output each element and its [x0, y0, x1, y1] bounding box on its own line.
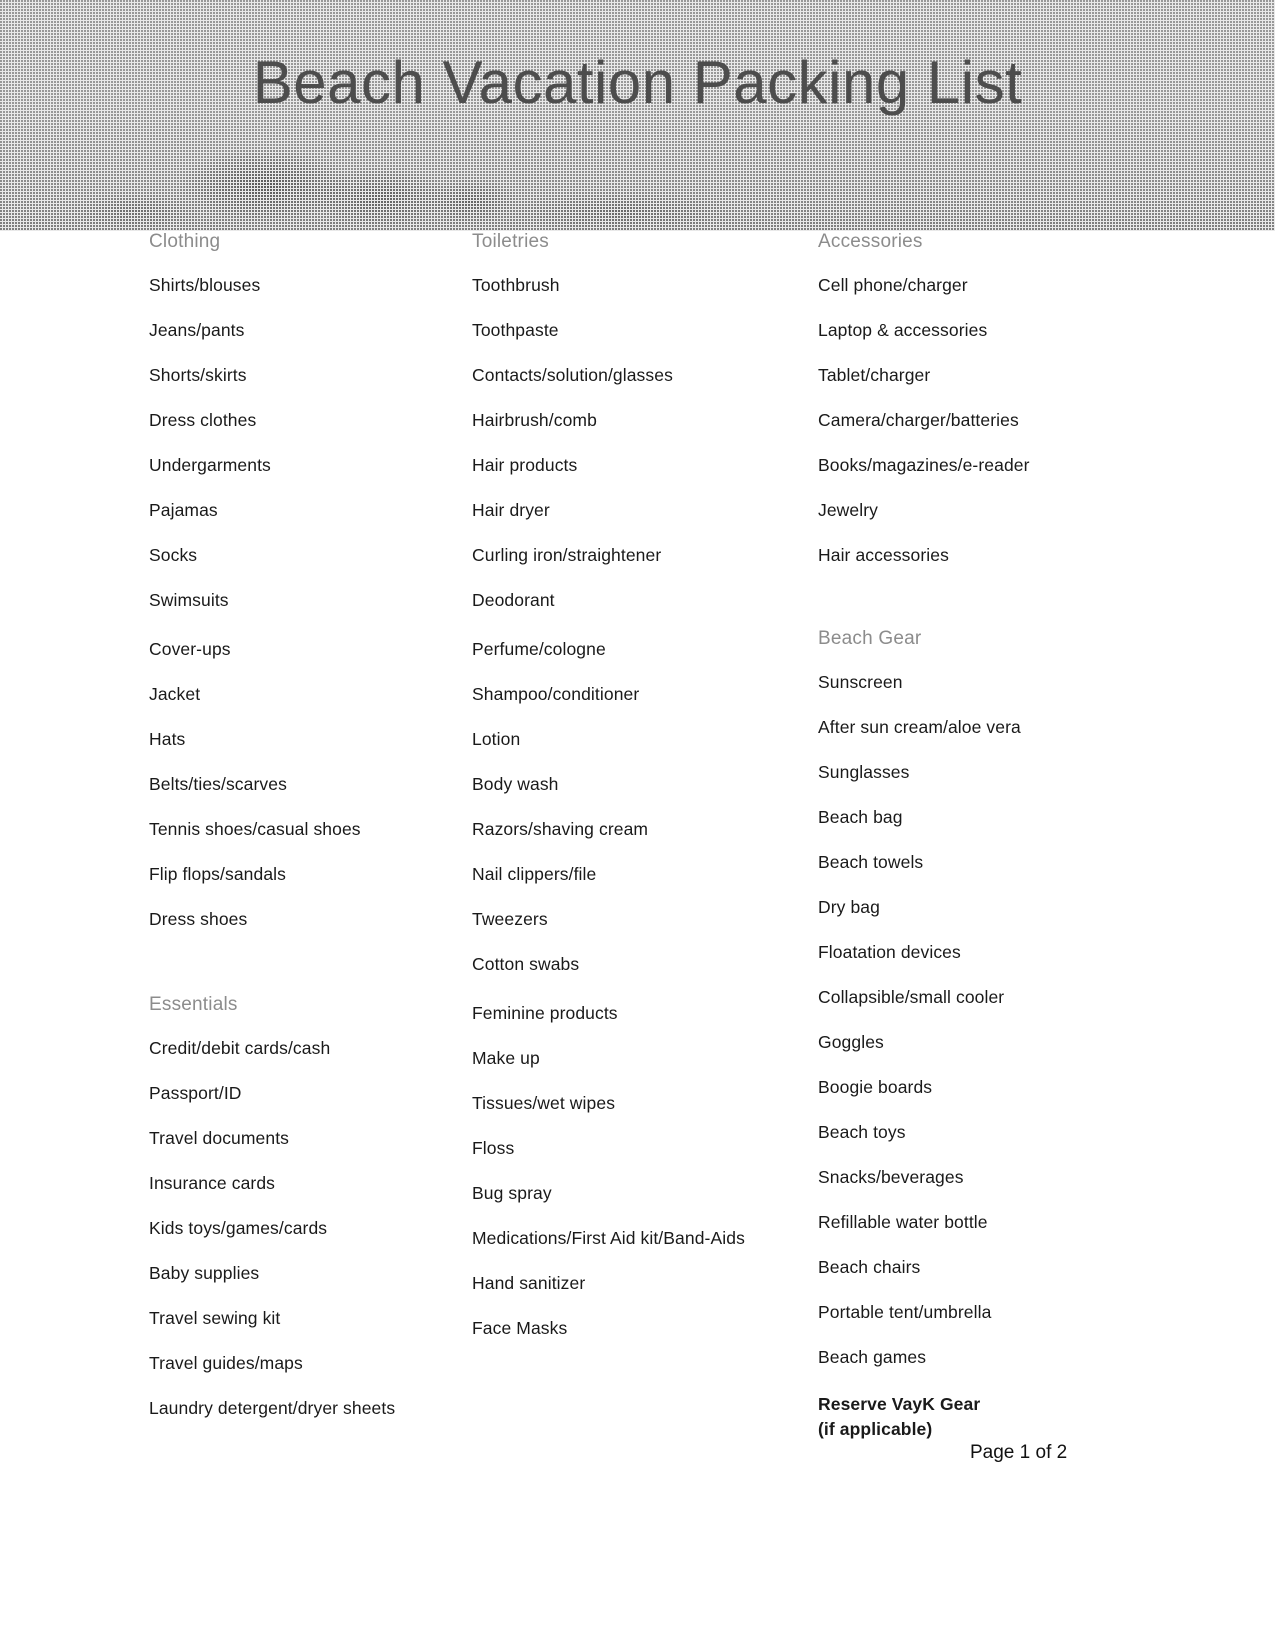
page-title: Beach Vacation Packing List [252, 49, 1023, 116]
list-item: Beach chairs [818, 1257, 921, 1277]
list-item: Beach towels [818, 852, 924, 872]
list-item: Hand sanitizer [472, 1273, 586, 1293]
list-item: Credit/debit cards/cash [149, 1038, 331, 1058]
list-item: Lotion [472, 729, 521, 749]
list-item: Make up [472, 1048, 540, 1068]
header-banner: Beach Vacation Packing List [0, 0, 1275, 231]
list-item: Shirts/blouses [149, 275, 261, 295]
list-item: Goggles [818, 1032, 884, 1052]
list-item: Flip flops/sandals [149, 864, 287, 884]
list-item: Collapsible/small cooler [818, 987, 1005, 1007]
list-item: Laptop & accessories [818, 320, 988, 340]
list-item: Toothpaste [472, 320, 559, 340]
list-item: Hair dryer [472, 500, 550, 520]
list-item: Deodorant [472, 590, 555, 610]
list-item: Tissues/wet wipes [472, 1093, 616, 1113]
list-item: Tennis shoes/casual shoes [149, 819, 361, 839]
list-item: Hair accessories [818, 545, 949, 565]
list-item: Feminine products [472, 1003, 618, 1023]
column-middle: Toiletries Toothbrush Toothpaste Contact… [472, 231, 792, 1339]
list-item: Floss [472, 1138, 515, 1158]
list-item: Boogie boards [818, 1077, 933, 1097]
list-item: Books/magazines/e-reader [818, 455, 1030, 475]
list-item: Refillable water bottle [818, 1212, 988, 1232]
section-toiletries: Toiletries Toothbrush Toothpaste Contact… [472, 231, 792, 1339]
list-item: Kids toys/games/cards [149, 1218, 328, 1238]
list-item: Cover-ups [149, 639, 231, 659]
list-item: Cotton swabs [472, 954, 580, 974]
list-item: Baby supplies [149, 1263, 260, 1283]
list-item: Medications/First Aid kit/Band-Aids [472, 1228, 745, 1248]
list-item: Travel sewing kit [149, 1308, 281, 1328]
reserve-gear-note-line-1: Reserve VayK Gear [818, 1394, 981, 1414]
list-item: Belts/ties/scarves [149, 774, 287, 794]
list-item: Sunglasses [818, 762, 910, 782]
list-item: Pajamas [149, 500, 218, 520]
list-item: Body wash [472, 774, 559, 794]
beach-scene-photo [0, 111, 1275, 231]
list-item: After sun cream/aloe vera [818, 717, 1021, 737]
list-item: Dress shoes [149, 909, 248, 929]
list-item: Perfume/cologne [472, 639, 606, 659]
list-item: Portable tent/umbrella [818, 1302, 992, 1322]
section-accessories: Accessories Cell phone/charger Laptop & … [818, 231, 1118, 566]
list-item: Laundry detergent/dryer sheets [149, 1398, 396, 1418]
list-item: Shampoo/conditioner [472, 684, 640, 704]
list-item: Travel documents [149, 1128, 290, 1148]
section-heading-clothing: Clothing [149, 231, 221, 252]
list-item: Hairbrush/comb [472, 410, 597, 430]
section-heading-beach-gear: Beach Gear [818, 628, 922, 649]
list-item: Beach bag [818, 807, 903, 827]
section-heading-essentials: Essentials [149, 994, 238, 1015]
list-item: Jacket [149, 684, 201, 704]
list-item: Camera/charger/batteries [818, 410, 1019, 430]
list-item: Toothbrush [472, 275, 560, 295]
section-heading-toiletries: Toiletries [472, 231, 549, 252]
section-essentials: Essentials Credit/debit cards/cash Passp… [149, 994, 449, 1419]
list-item: Passport/ID [149, 1083, 242, 1103]
section-heading-accessories: Accessories [818, 231, 923, 252]
list-item: Bug spray [472, 1183, 552, 1203]
list-item: Nail clippers/file [472, 864, 597, 884]
list-item: Beach games [818, 1347, 927, 1367]
section-beach-gear: Beach Gear Sunscreen After sun cream/alo… [818, 628, 1118, 1443]
list-item: Undergarments [149, 455, 271, 475]
list-item: Snacks/beverages [818, 1167, 964, 1187]
list-item: Hair products [472, 455, 578, 475]
reserve-gear-note-line-2: (if applicable) [818, 1419, 933, 1440]
column-right: Accessories Cell phone/charger Laptop & … [818, 231, 1118, 1443]
list-item: Shorts/skirts [149, 365, 247, 385]
list-item: Dry bag [818, 897, 880, 917]
list-item: Floatation devices [818, 942, 961, 962]
list-item: Socks [149, 545, 198, 565]
list-item: Beach toys [818, 1122, 906, 1142]
list-item: Dress clothes [149, 410, 257, 430]
list-item: Insurance cards [149, 1173, 276, 1193]
list-item: Face Masks [472, 1318, 568, 1338]
section-clothing: Clothing Shirts/blouses Jeans/pants Shor… [149, 231, 449, 930]
list-item: Curling iron/straightener [472, 545, 662, 565]
list-item: Swimsuits [149, 590, 229, 610]
list-item: Razors/shaving cream [472, 819, 649, 839]
list-item: Tablet/charger [818, 365, 931, 385]
list-item: Contacts/solution/glasses [472, 365, 673, 385]
list-item: Hats [149, 729, 186, 749]
list-item: Cell phone/charger [818, 275, 968, 295]
list-item: Travel guides/maps [149, 1353, 303, 1373]
list-item: Sunscreen [818, 672, 903, 692]
list-item: Tweezers [472, 909, 548, 929]
page-number: Page 1 of 2 [970, 1442, 1068, 1463]
list-item: Jeans/pants [149, 320, 245, 340]
list-item: Jewelry [818, 500, 879, 520]
column-left: Clothing Shirts/blouses Jeans/pants Shor… [149, 231, 449, 1419]
